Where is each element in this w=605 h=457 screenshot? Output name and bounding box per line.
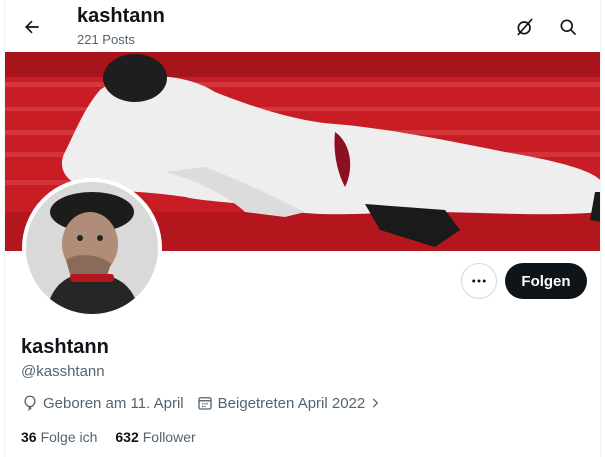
more-dots-icon	[472, 279, 486, 283]
follow-button[interactable]: Folgen	[505, 263, 587, 299]
birthday-info: Geboren am 11. April	[21, 394, 184, 412]
profile-header: kashtann 221 Posts	[5, 0, 600, 52]
following-count: 36	[21, 429, 37, 445]
balloon-icon	[24, 395, 36, 411]
display-name: kashtann	[21, 336, 109, 358]
user-handle: @kasshtann	[21, 363, 105, 380]
followers-link[interactable]: 632 Follower	[115, 429, 195, 445]
followers-label: Follower	[142, 429, 196, 445]
search-button[interactable]	[553, 12, 583, 42]
profile-page: kashtann 221 Posts Folgen kashtann @kass…	[4, 0, 601, 457]
following-link[interactable]: 36 Folge ich	[21, 429, 97, 445]
follow-stats: 36 Folge ich 632 Follower	[21, 429, 214, 445]
search-icon	[560, 19, 576, 35]
arrow-left-icon	[25, 20, 39, 34]
profile-meta: Geboren am 11. April Beigetreten April 2…	[21, 394, 398, 412]
avatar[interactable]	[22, 178, 162, 318]
birthday-text: Geboren am 11. April	[43, 394, 184, 412]
following-label: Folge ich	[40, 429, 98, 445]
header-title: kashtann	[77, 5, 165, 27]
back-button[interactable]	[17, 12, 47, 42]
more-options-button[interactable]	[461, 263, 497, 299]
grok-button[interactable]	[510, 12, 540, 42]
joined-text: Beigetreten April 2022	[217, 394, 366, 412]
grok-icon	[517, 18, 533, 36]
post-count: 221 Posts	[77, 32, 135, 47]
joined-info[interactable]: Beigetreten April 2022	[196, 394, 387, 412]
chevron-right-icon	[373, 398, 379, 408]
calendar-icon	[197, 397, 212, 410]
followers-count: 632	[115, 429, 139, 445]
